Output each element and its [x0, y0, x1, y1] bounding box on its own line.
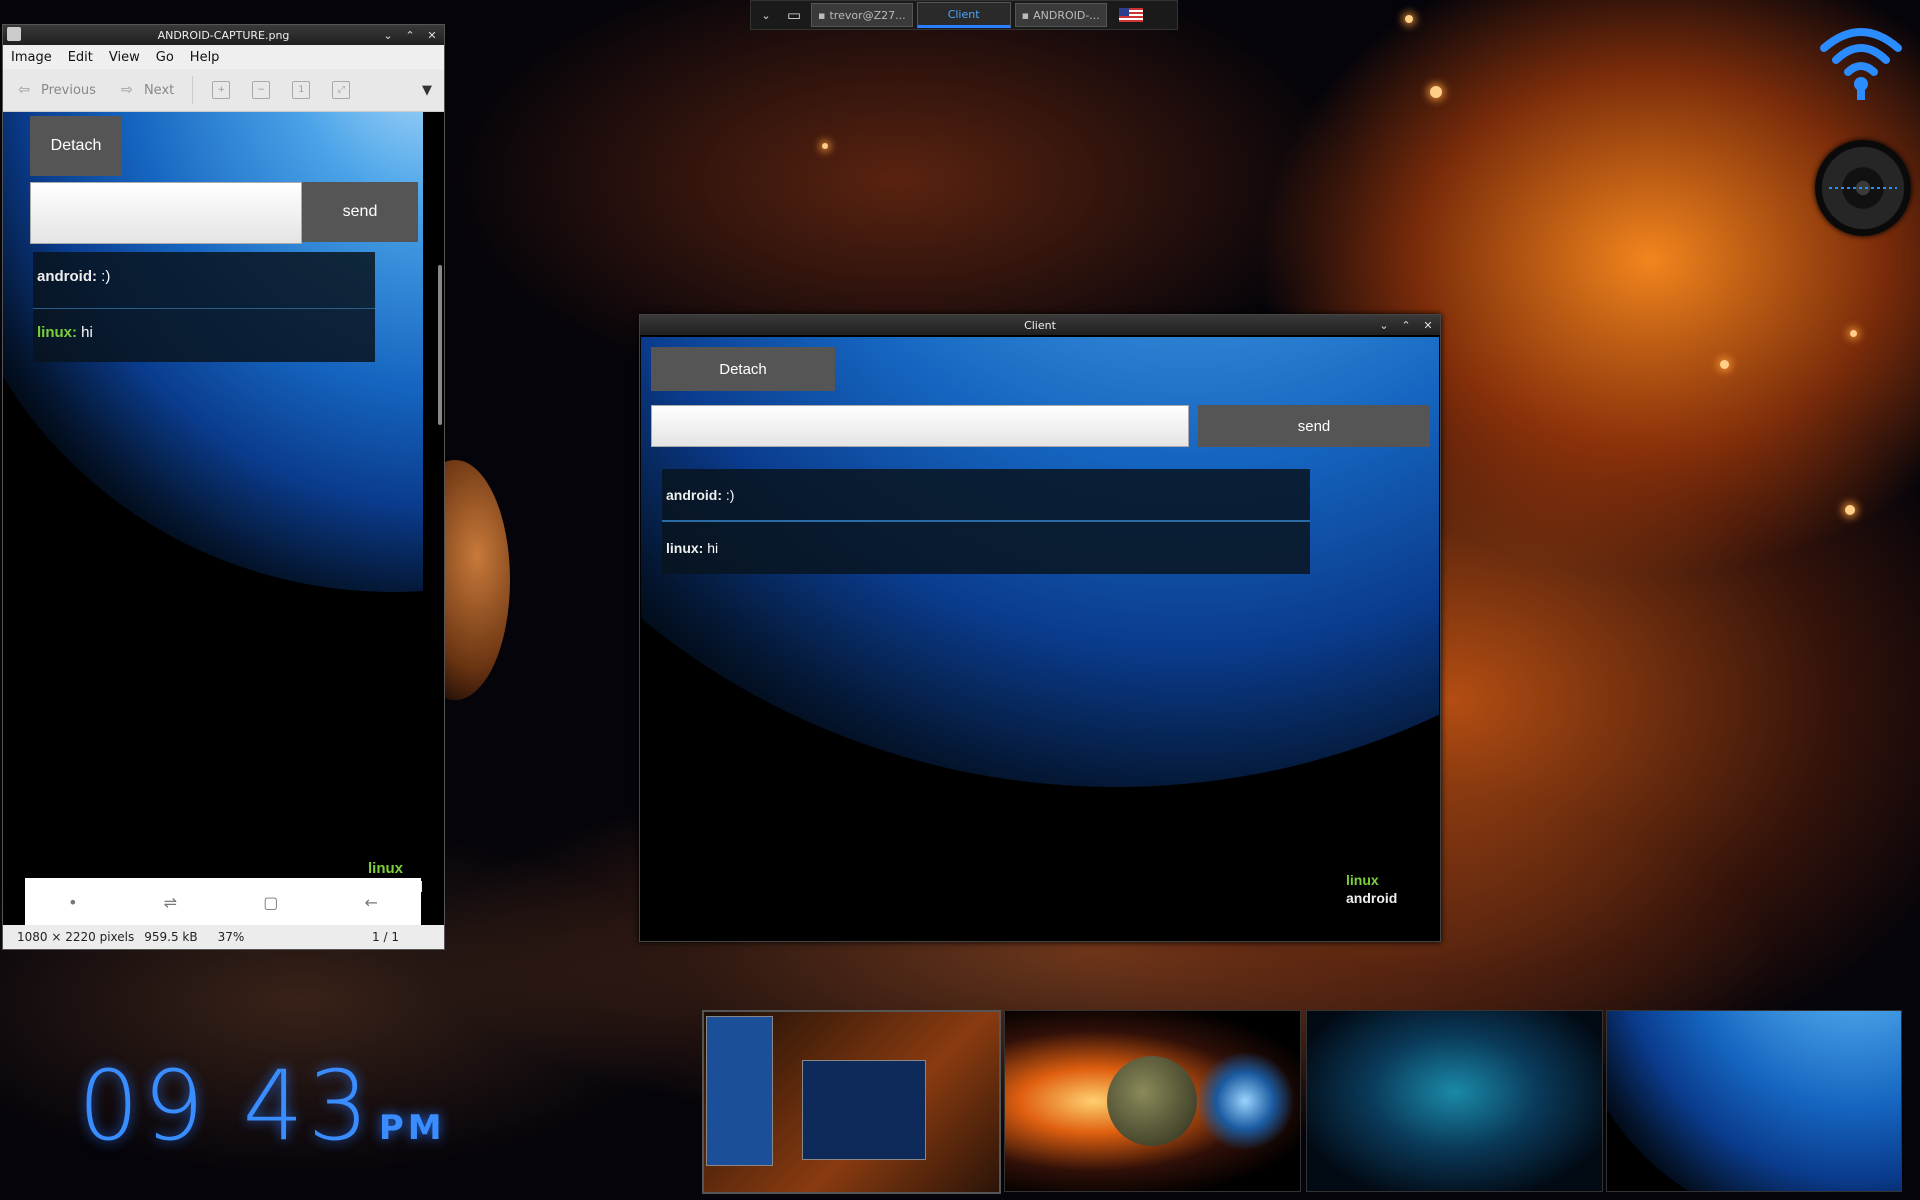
client-title: Client — [1024, 318, 1056, 332]
viewer-scrollbar[interactable] — [438, 265, 442, 425]
android-nav-buttons: • ⇌ ▢ ← — [25, 878, 421, 926]
star — [1430, 86, 1442, 98]
image-file-size: 959.5 kB — [144, 930, 198, 944]
list-item: linux: hi — [666, 540, 719, 556]
workspace-2-thumbnail[interactable] — [1004, 1010, 1301, 1192]
viewer-menubar: Image Edit View Go Help — [3, 45, 444, 69]
star — [1845, 505, 1855, 515]
client-maximize-button[interactable]: ⌃ — [1398, 317, 1414, 333]
viewer-statusbar: 1080 × 2220 pixels 959.5 kB 37% 1 / 1 — [3, 925, 444, 949]
taskbar: ⌄ ▭ ▪ trevor@Z27... Client ▪ ANDROID-... — [750, 0, 1178, 30]
arrow-right-icon: ⇨ — [121, 82, 133, 98]
viewer-menu-button[interactable]: ⌄ — [380, 27, 396, 43]
menu-go[interactable]: Go — [148, 50, 182, 65]
client-menu-button[interactable]: ⌄ — [1376, 317, 1392, 333]
client-close-button[interactable]: ✕ — [1420, 317, 1436, 333]
star — [1850, 330, 1857, 337]
menu-edit[interactable]: Edit — [60, 50, 101, 65]
send-button[interactable]: send — [1198, 405, 1430, 447]
menu-lines-icon: ⇌ — [163, 892, 178, 912]
menu-view[interactable]: View — [101, 50, 148, 65]
desktop-clock: 09 43 PM — [78, 1050, 446, 1162]
page-counter: 1 / 1 — [372, 930, 399, 944]
task-image-viewer[interactable]: ▪ ANDROID-... — [1014, 3, 1107, 27]
overview-square-icon: ▢ — [263, 892, 279, 912]
toolbar-overflow-icon[interactable]: ▼ — [422, 83, 432, 98]
chevron-down-icon[interactable]: ⌄ — [755, 9, 777, 22]
workspace-3-thumbnail[interactable] — [1306, 1010, 1603, 1192]
client-window: Client ⌄ ⌃ ✕ Detach send android: :) lin… — [639, 314, 1441, 942]
back-arrow-icon: ← — [364, 892, 378, 912]
toolbar-divider — [192, 76, 194, 104]
viewer-send-button: send — [302, 182, 418, 242]
workspace-1-thumbnail[interactable] — [702, 1010, 1001, 1194]
star — [1720, 360, 1729, 369]
viewer-message-input — [30, 182, 302, 244]
zoom-in-icon[interactable]: + — [212, 81, 231, 99]
previous-button[interactable]: ⇦ Previous — [3, 79, 106, 101]
arrow-left-icon: ⇦ — [18, 82, 30, 98]
user-list-item: android — [1346, 890, 1398, 906]
dot-icon: • — [68, 892, 78, 912]
speaker-icon[interactable] — [1815, 140, 1911, 236]
list-item: android: :) — [666, 487, 735, 503]
zoom-level: 37% — [217, 930, 245, 944]
viewer-app-icon — [7, 27, 21, 41]
menu-image[interactable]: Image — [3, 50, 60, 65]
viewer-maximize-button[interactable]: ⌃ — [402, 27, 418, 43]
image-viewer-window: ANDROID-CAPTURE.png ⌄ ⌃ ✕ Image Edit Vie… — [2, 24, 445, 950]
client-titlebar[interactable]: Client ⌄ ⌃ ✕ — [640, 315, 1440, 335]
list-item: android: :) — [37, 268, 111, 285]
next-button[interactable]: ⇨ Next — [106, 79, 184, 101]
zoom-out-icon[interactable]: − — [252, 81, 271, 99]
viewer-detach-button: Detach — [30, 116, 122, 176]
image-viewer-icon: ▪ — [1021, 8, 1030, 22]
message-list: android: :) linux: hi — [662, 469, 1310, 574]
show-desktop-icon[interactable]: ▭ — [781, 6, 807, 24]
menu-help[interactable]: Help — [182, 50, 228, 65]
detach-button[interactable]: Detach — [651, 347, 835, 391]
wifi-icon — [1820, 20, 1902, 104]
clock-ampm: PM — [378, 1108, 446, 1148]
user-list: linux android — [1346, 871, 1397, 907]
user-list-item: linux — [1346, 872, 1379, 888]
viewer-titlebar[interactable]: ANDROID-CAPTURE.png ⌄ ⌃ ✕ — [3, 25, 444, 45]
zoom-fit-icon[interactable]: ⤢ — [332, 81, 351, 99]
task-terminal[interactable]: ▪ trevor@Z27... — [811, 3, 913, 27]
star — [1405, 15, 1413, 23]
image-dimensions: 1080 × 2220 pixels — [17, 930, 135, 944]
viewer-title: ANDROID-CAPTURE.png — [157, 28, 290, 42]
viewer-image-canvas: Detach send android: :) linux: hi linux … — [3, 112, 423, 914]
message-input[interactable] — [651, 405, 1189, 447]
viewer-close-button[interactable]: ✕ — [424, 27, 440, 43]
zoom-normal-icon[interactable]: 1 — [292, 81, 311, 99]
star — [822, 143, 828, 149]
client-body: Detach send android: :) linux: hi linux … — [641, 337, 1439, 940]
keyboard-layout-flag-icon[interactable] — [1118, 8, 1143, 22]
viewer-toolbar: ⇦ Previous ⇨ Next + − 1 ⤢ ▼ — [3, 69, 444, 112]
terminal-icon: ▪ — [818, 8, 826, 22]
viewer-message-list: android: :) linux: hi — [33, 252, 375, 362]
list-item: linux: hi — [37, 324, 93, 341]
task-client[interactable]: Client — [916, 2, 1011, 28]
workspace-4-thumbnail[interactable] — [1606, 1010, 1902, 1192]
clock-time: 09 43 — [78, 1050, 373, 1162]
